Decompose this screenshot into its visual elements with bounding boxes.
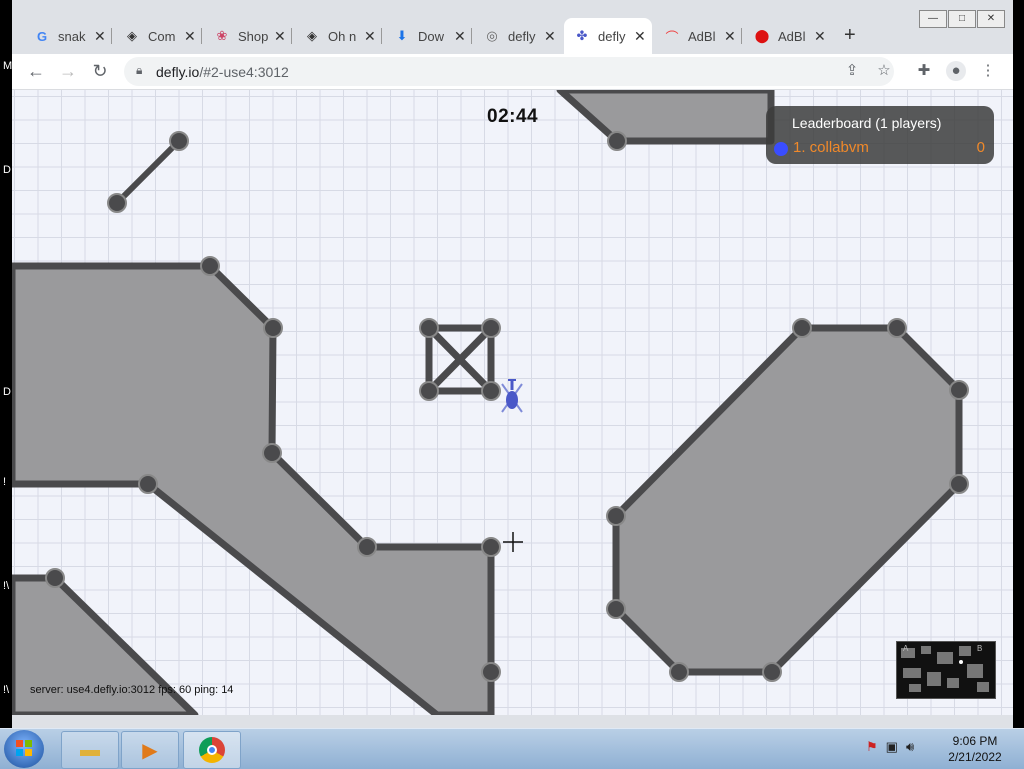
tab-title: AdBl	[778, 28, 806, 44]
desktop-left-edge: M D D ! !\ !\	[0, 0, 12, 728]
system-clock[interactable]: 9:06 PM 2/21/2022	[940, 733, 1010, 765]
player-helicopter	[501, 379, 523, 413]
leaderboard-panel: Leaderboard (1 players) 1. collabvm 0	[766, 106, 994, 164]
tab-title: AdBl	[688, 28, 716, 44]
windows-logo-icon	[16, 740, 32, 756]
rainbow-icon: ⌒	[665, 29, 679, 45]
chrome-icon	[199, 737, 225, 763]
action-center-flag-icon[interactable]: ⚑	[866, 739, 878, 755]
browser-window: — □ ✕ G snak ✕ ◈ Com ✕ ❀ Shop ✕ ◈ Oh n ✕	[12, 0, 1013, 728]
desktop-icon-label: !\	[3, 684, 10, 696]
captured-zone	[612, 324, 963, 676]
profile-avatar-icon[interactable]: ●	[946, 61, 966, 81]
collabvm-icon: ◈	[307, 28, 317, 43]
tab-title: defly	[508, 28, 536, 44]
tab-title: Com	[148, 28, 176, 44]
reload-icon[interactable]: ↻	[90, 61, 110, 81]
back-arrow-icon[interactable]: ←	[26, 61, 46, 81]
clock-date: 2/21/2022	[948, 750, 1002, 764]
tab-title: snak	[58, 28, 86, 44]
volume-icon[interactable]: 🔊︎	[906, 739, 914, 755]
tab-shop[interactable]: ❀ Shop ✕	[204, 22, 292, 50]
server-status-text: server: use4.defly.io:3012 fps: 60 ping:…	[30, 684, 234, 696]
tab-defly-1[interactable]: ◎ defly ✕	[474, 22, 562, 50]
player-color-dot	[774, 142, 788, 156]
leaderboard-player-name: 1. collabvm	[793, 139, 869, 156]
tab-snake[interactable]: G snak ✕	[24, 22, 112, 50]
defly-icon: ✤	[576, 28, 588, 43]
download-icon: ⬇	[396, 28, 408, 43]
game-canvas[interactable]: 02:44 Leaderboard (1 players) 1. collabv…	[12, 90, 1013, 715]
new-tab-button[interactable]: +	[844, 24, 856, 47]
minimap-zone-label: A	[903, 644, 909, 653]
lock-icon: 🔒︎	[136, 63, 143, 77]
clock-time: 9:06 PM	[952, 734, 998, 748]
leaderboard-player-score: 0	[976, 139, 985, 156]
tab-title: defly	[598, 28, 626, 44]
close-tab-icon[interactable]: ✕	[274, 28, 286, 45]
close-tab-icon[interactable]: ✕	[364, 28, 376, 45]
desktop-right-edge	[1013, 0, 1024, 728]
desktop-icon-label: !\	[3, 580, 10, 592]
close-tab-icon[interactable]: ✕	[724, 28, 736, 45]
captured-zone	[556, 90, 775, 145]
taskbar: ▬ ▶ ⚑ ▣ 🔊︎ 9:06 PM 2/21/2022	[0, 728, 1024, 769]
google-icon: G	[36, 28, 48, 44]
round-timer: 02:44	[487, 106, 539, 127]
desktop-icon-label: !	[3, 476, 7, 488]
menu-kebab-icon[interactable]: ⋮	[978, 61, 998, 81]
close-tab-icon[interactable]: ✕	[454, 28, 466, 45]
tab-strip: G snak ✕ ◈ Com ✕ ❀ Shop ✕ ◈ Oh n ✕ ⬇ Dow…	[12, 18, 1013, 54]
folder-icon: ▬	[80, 738, 100, 761]
tab-defly-active[interactable]: ✤ defly ✕	[564, 18, 652, 54]
system-tray: ⚑ ▣ 🔊︎	[866, 739, 914, 755]
close-tab-icon[interactable]: ✕	[634, 28, 646, 45]
taskbar-media-player-button[interactable]: ▶	[121, 731, 179, 769]
extensions-puzzle-icon[interactable]: ✚	[914, 61, 934, 81]
browser-toolbar: ← → ↻ 🔒︎ defly.io/#2-use4:3012 ⇪ ☆ ✚ ● ⋮	[12, 54, 1013, 90]
globe-icon: ◎	[486, 28, 498, 43]
media-player-icon: ▶	[142, 739, 158, 762]
tab-adblock-1[interactable]: ⌒ AdBl ✕	[654, 22, 742, 50]
start-button[interactable]	[4, 730, 44, 768]
close-tab-icon[interactable]: ✕	[814, 28, 826, 45]
taskbar-chrome-button[interactable]	[183, 731, 241, 769]
collabvm-icon: ◈	[127, 28, 137, 43]
tab-title: Oh n	[328, 28, 357, 44]
desktop-icon-label: M	[3, 60, 13, 72]
crosshair-cursor	[503, 532, 523, 552]
desktop-icon-label: D	[3, 386, 11, 398]
shop-icon: ❀	[216, 28, 228, 43]
tab-collabvm-1[interactable]: ◈ Com ✕	[114, 22, 202, 50]
wall-line	[114, 138, 182, 206]
tab-download[interactable]: ⬇ Dow ✕	[384, 22, 472, 50]
adblock-icon: ⬤	[754, 28, 770, 43]
network-icon[interactable]: ▣	[886, 739, 898, 755]
tab-title: Shop	[238, 28, 268, 44]
close-tab-icon[interactable]: ✕	[544, 28, 556, 45]
minimap-zone-label: B	[977, 644, 983, 653]
minimap: A B	[896, 641, 996, 699]
close-tab-icon[interactable]: ✕	[94, 28, 106, 45]
url-text: defly.io/#2-use4:3012	[156, 64, 289, 80]
forward-arrow-icon[interactable]: →	[58, 61, 78, 81]
leaderboard-title: Leaderboard (1 players)	[792, 115, 942, 131]
close-tab-icon[interactable]: ✕	[184, 28, 196, 45]
share-icon[interactable]: ⇪	[842, 61, 862, 81]
bookmark-star-icon[interactable]: ☆	[874, 61, 894, 81]
desktop-icon-label: D	[3, 164, 11, 176]
tab-collabvm-2[interactable]: ◈ Oh n ✕	[294, 22, 382, 50]
game-map	[12, 90, 969, 715]
taskbar-explorer-button[interactable]: ▬	[61, 731, 119, 769]
tab-title: Dow	[418, 28, 445, 44]
address-bar[interactable]: 🔒︎ defly.io/#2-use4:3012	[124, 57, 894, 86]
tab-adblock-2[interactable]: ⬤ AdBl ✕	[744, 22, 832, 50]
